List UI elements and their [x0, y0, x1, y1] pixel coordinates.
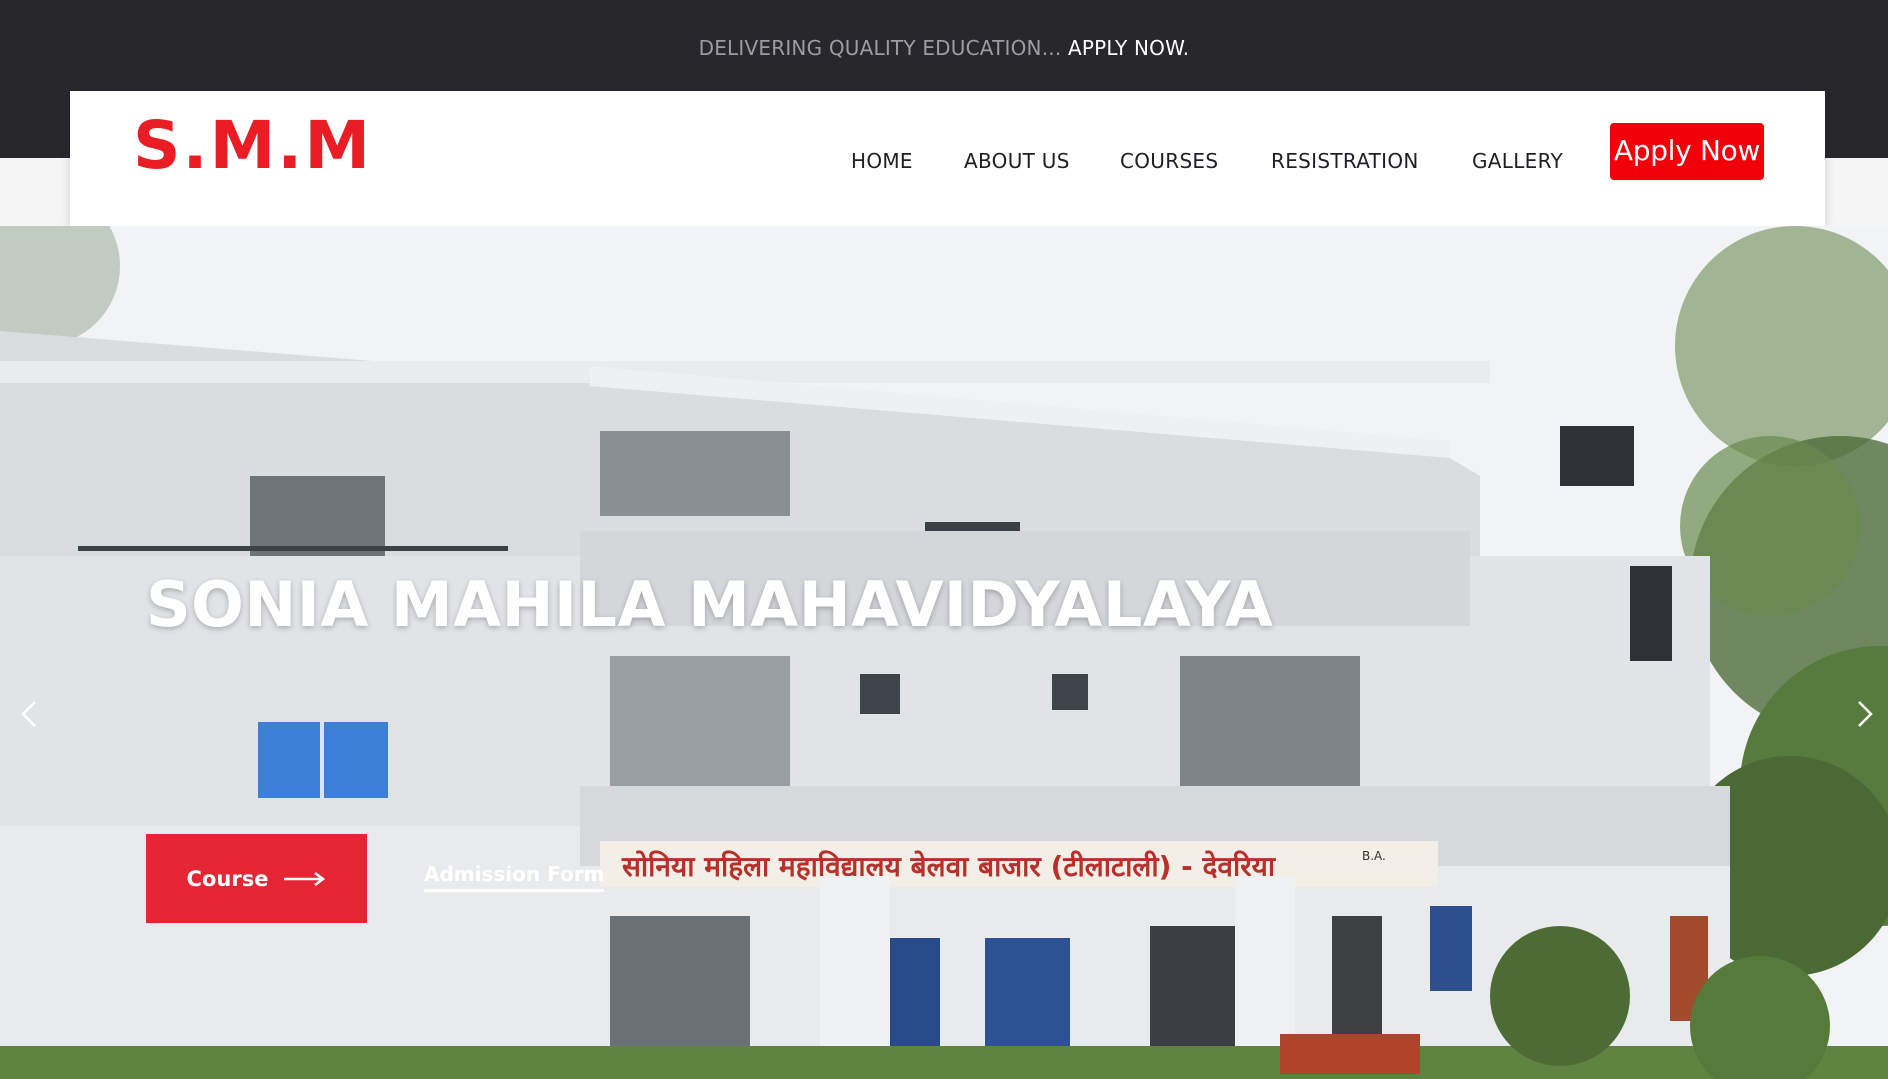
- nav-home[interactable]: HOME: [851, 149, 913, 173]
- hero-slider: सोनिया महिला महाविद्यालय बेलवा बाजार (टी…: [0, 226, 1888, 1079]
- course-button-label: Course: [186, 866, 269, 891]
- chevron-left-icon: [21, 701, 36, 727]
- nav-gallery[interactable]: GALLERY: [1472, 149, 1563, 173]
- site-header: S.M.M HOME ABOUT US COURSES RESISTRATION…: [70, 91, 1825, 226]
- nav-registration[interactable]: RESISTRATION: [1271, 149, 1419, 173]
- slider-next-button[interactable]: [1846, 696, 1882, 732]
- nav-courses[interactable]: COURSES: [1120, 149, 1218, 173]
- long-arrow-right-icon: [284, 871, 326, 886]
- site-logo[interactable]: S.M.M: [133, 113, 372, 179]
- admission-form-link[interactable]: Admission Form: [424, 862, 605, 892]
- nav-about-us[interactable]: ABOUT US: [964, 149, 1070, 173]
- chevron-right-icon: [1858, 701, 1873, 727]
- announcement-tagline: DELIVERING QUALITY EDUCATION...: [698, 36, 1062, 60]
- course-button[interactable]: Course: [146, 834, 367, 923]
- hero-title: SONIA MAHILA MAHAVIDYALAYA: [146, 568, 1274, 641]
- announcement-text: DELIVERING QUALITY EDUCATION... APPLY NO…: [0, 36, 1888, 60]
- announcement-apply-link[interactable]: APPLY NOW.: [1068, 36, 1189, 60]
- signboard-text: सोनिया महिला महाविद्यालय बेलवा बाजार (टी…: [621, 850, 1277, 883]
- signboard-badge: B.A.: [1362, 849, 1386, 863]
- slider-prev-button[interactable]: [12, 696, 48, 732]
- hero-college-building-image: सोनिया महिला महाविद्यालय बेलवा बाजार (टी…: [0, 226, 1888, 1079]
- apply-now-button[interactable]: Apply Now: [1610, 123, 1764, 180]
